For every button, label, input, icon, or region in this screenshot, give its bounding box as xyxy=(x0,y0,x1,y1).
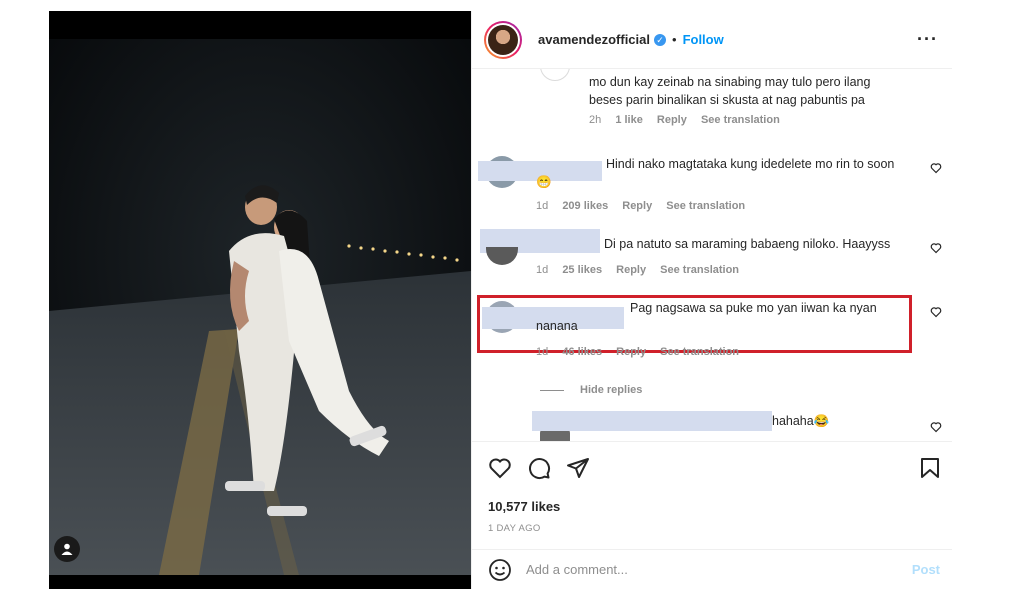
heart-icon[interactable] xyxy=(930,162,942,174)
comment-time: 2h xyxy=(589,114,602,126)
author-avatar[interactable] xyxy=(484,20,522,59)
ellipsis-icon[interactable]: ··· xyxy=(917,29,938,50)
author-username[interactable]: avamendezofficial xyxy=(538,32,650,47)
bookmark-icon[interactable] xyxy=(918,456,942,480)
user-tag-button[interactable] xyxy=(54,536,80,562)
user-tag-icon xyxy=(61,543,73,555)
header-separator: • xyxy=(672,32,677,47)
comment-time: 1d xyxy=(536,346,549,358)
comment-composer: Add a comment... Post xyxy=(472,549,952,589)
heart-icon[interactable] xyxy=(930,306,942,318)
follow-button[interactable]: Follow xyxy=(683,32,724,47)
comment-text: hahaha😂 xyxy=(772,414,830,428)
comment-likes[interactable]: 25 likes xyxy=(562,264,602,276)
reply-button[interactable]: Reply xyxy=(616,346,646,358)
comment-meta: 2h 1 like Reply See translation xyxy=(589,114,791,126)
comment-time: 1d xyxy=(536,264,549,276)
likes-count[interactable]: 10,577 likes xyxy=(488,499,560,514)
comment-time: 1d xyxy=(536,200,549,212)
comment-avatar[interactable] xyxy=(486,247,518,265)
heart-icon[interactable] xyxy=(930,242,942,254)
post-header: avamendezofficial ✓ • Follow ··· xyxy=(472,11,952,69)
post-comment-button[interactable]: Post xyxy=(912,562,940,577)
comment-likes[interactable]: 209 likes xyxy=(562,200,608,212)
heart-icon[interactable] xyxy=(488,456,512,480)
post-photo[interactable] xyxy=(49,11,471,589)
comment-likes[interactable]: 46 likes xyxy=(562,346,602,358)
send-icon[interactable] xyxy=(566,456,590,480)
photo-scene xyxy=(49,11,471,589)
heart-icon[interactable] xyxy=(930,421,942,433)
redacted-username xyxy=(532,411,772,431)
reply-button[interactable]: Reply xyxy=(622,200,652,212)
comment-likes[interactable]: 1 like xyxy=(615,114,643,126)
see-translation-button[interactable]: See translation xyxy=(666,200,745,212)
post-date[interactable]: 1 DAY AGO xyxy=(488,523,541,534)
see-translation-button[interactable]: See translation xyxy=(660,346,739,358)
hide-replies-label: Hide replies xyxy=(580,384,643,396)
emoji-icon[interactable] xyxy=(488,558,512,582)
reply-button[interactable]: Reply xyxy=(616,264,646,276)
post-side-panel: avamendezofficial ✓ • Follow ··· mo dun … xyxy=(471,11,952,589)
comment-text: Di pa natuto sa maraming babaeng niloko.… xyxy=(604,237,891,251)
post-actions: 10,577 likes 1 DAY AGO xyxy=(472,441,952,549)
reply-button[interactable]: Reply xyxy=(657,114,687,126)
comment-meta: 1d 25 likes Reply See translation xyxy=(536,264,750,276)
comment-meta: 1d 209 likes Reply See translation xyxy=(536,200,756,212)
comments-list[interactable]: mo dun kay zeinab na sinabing may tulo p… xyxy=(472,69,952,441)
hide-replies-button[interactable]: Hide replies xyxy=(540,384,642,396)
comment-text: mo dun kay zeinab na sinabing may tulo p… xyxy=(589,75,871,107)
comment-avatar[interactable] xyxy=(540,69,570,81)
see-translation-button[interactable]: See translation xyxy=(701,114,780,126)
annotation-highlight-box xyxy=(477,295,912,353)
comment-icon[interactable] xyxy=(527,456,551,480)
verified-badge-icon: ✓ xyxy=(654,33,666,46)
see-translation-button[interactable]: See translation xyxy=(660,264,739,276)
comment-text: Hindi nako magtataka kung idedelete mo r… xyxy=(536,157,895,189)
comment-input[interactable]: Add a comment... xyxy=(526,562,628,577)
comment-meta: 1d 46 likes Reply See translation xyxy=(536,346,750,358)
